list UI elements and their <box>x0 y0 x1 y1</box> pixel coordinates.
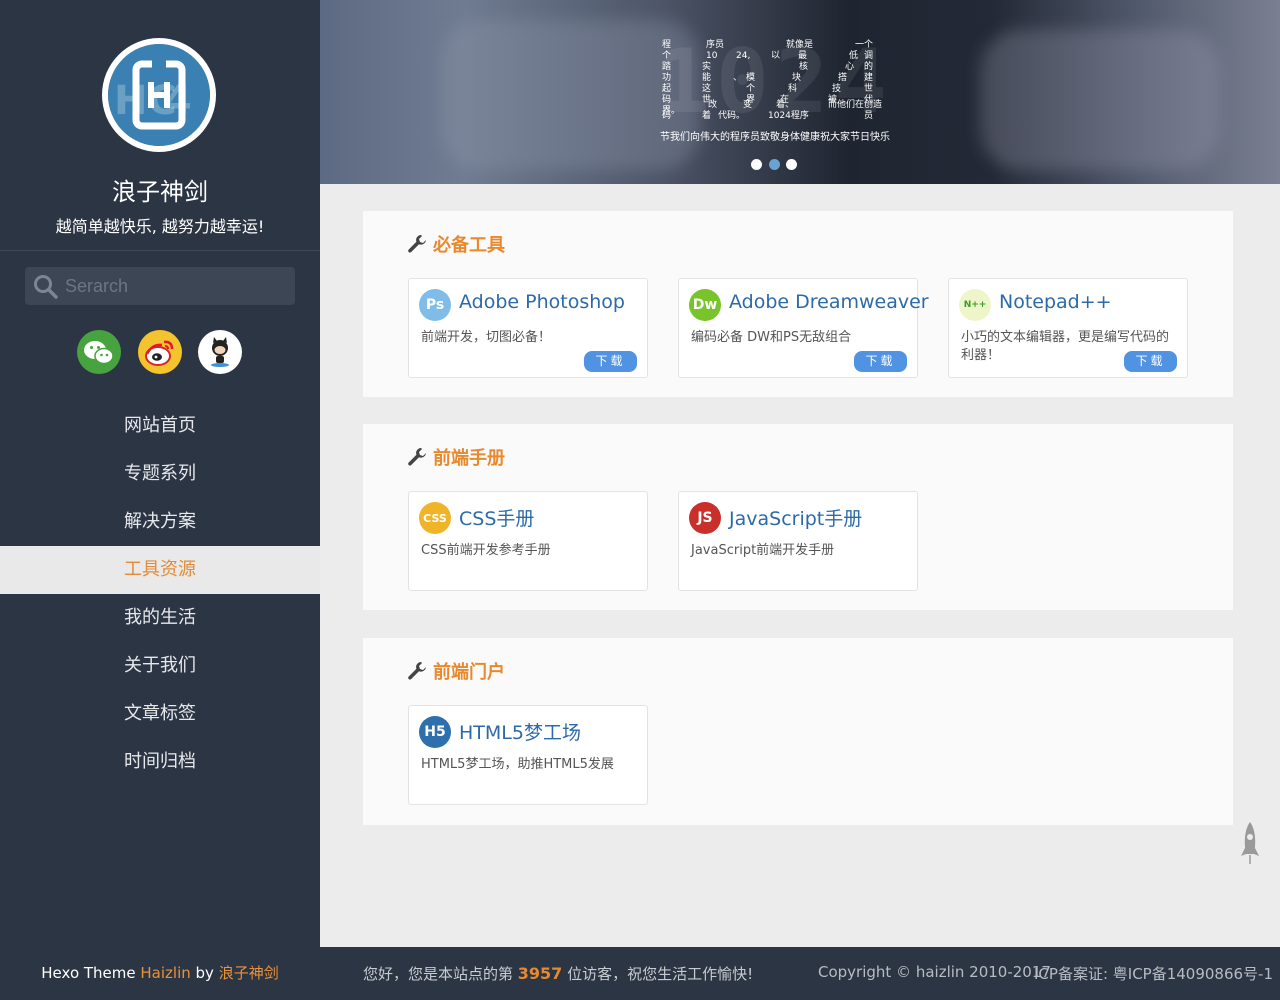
sidebar-footer: Hexo Theme Haizlin by 浪子神剑 <box>0 962 320 983</box>
footer-by: by <box>190 964 219 982</box>
carousel-dot-3[interactable] <box>786 159 797 170</box>
javascript-icon: JS <box>689 502 721 534</box>
wechat-icon[interactable] <box>77 330 121 374</box>
search-input[interactable] <box>65 267 285 305</box>
tool-card-dreamweaver[interactable]: Dw Adobe Dreamweaver 编码必备 DW和PS无敌组合 下载 <box>678 278 929 378</box>
footer-prefix: Hexo Theme <box>41 964 141 982</box>
css-icon: CSS <box>419 502 451 534</box>
tool-name[interactable]: CSS手册 <box>459 504 534 531</box>
footer: 您好，您是本站点的第 3957 位访客，祝您生活工作愉快! Copyright … <box>320 947 1280 1000</box>
tool-desc: HTML5梦工场，助推HTML5发展 <box>421 757 614 772</box>
carousel-dot-1[interactable] <box>751 159 762 170</box>
download-button[interactable]: 下载 <box>854 351 907 372</box>
visitor-message: 您好，您是本站点的第 3957 位访客，祝您生活工作愉快! <box>363 964 754 983</box>
section-title: 前端门户 <box>407 660 505 683</box>
visitor-count: 3957 <box>517 964 563 983</box>
nav-item-series[interactable]: 专题系列 <box>0 450 320 498</box>
tool-name[interactable]: Adobe Photoshop <box>459 291 625 313</box>
photoshop-icon: Ps <box>419 289 451 321</box>
dreamweaver-icon: Dw <box>689 289 721 321</box>
weibo-icon[interactable] <box>138 330 182 374</box>
section-title: 前端手册 <box>407 446 505 469</box>
tool-name[interactable]: HTML5梦工场 <box>459 718 581 745</box>
nav-item-home[interactable]: 网站首页 <box>0 402 320 450</box>
download-button[interactable]: 下载 <box>584 351 637 372</box>
tool-desc: 前端开发，切图必备！ <box>421 330 552 345</box>
section-frontend-manuals: 前端手册 CSS CSS手册 CSS前端开发参考手册 JS JavaScript… <box>363 424 1233 610</box>
back-to-top-rocket-icon[interactable] <box>1239 822 1261 870</box>
author-link[interactable]: 浪子神剑 <box>219 964 279 982</box>
sidebar: HC 4 浪子神剑 越简单越快乐, 越努力越幸运! Serarch 网站首页 专… <box>0 0 320 1000</box>
download-button[interactable]: 下载 <box>1124 351 1177 372</box>
site-subtitle: 越简单越快乐, 越努力越幸运! <box>55 217 265 236</box>
carousel-dot-2[interactable] <box>769 159 780 170</box>
nav-item-about[interactable]: 关于我们 <box>0 642 320 690</box>
section-frontend-portals: 前端门户 H5 HTML5梦工场 HTML5梦工场，助推HTML5发展 <box>363 638 1233 825</box>
tool-name[interactable]: Adobe Dreamweaver <box>729 291 929 313</box>
notepad-plus-plus-icon: N++ <box>959 289 991 321</box>
tool-desc: 编码必备 DW和PS无敌组合 <box>691 330 852 345</box>
tool-desc: JavaScript前端开发手册 <box>691 543 835 558</box>
theme-link[interactable]: Haizlin <box>140 964 190 982</box>
main-nav: 网站首页 专题系列 解决方案 工具资源 我的生活 关于我们 文章标签 时间归档 <box>0 402 320 786</box>
wrench-icon <box>408 662 426 680</box>
tool-desc: CSS前端开发参考手册 <box>421 543 551 558</box>
search-icon <box>34 275 58 299</box>
wrench-icon <box>408 235 426 253</box>
section-essential-tools: 必备工具 Ps Adobe Photoshop 前端开发，切图必备！ 下载 Dw… <box>363 211 1233 397</box>
nav-item-archive[interactable]: 时间归档 <box>0 738 320 786</box>
tool-card-javascript[interactable]: JS JavaScript手册 JavaScript前端开发手册 <box>678 491 918 591</box>
banner-poem: 程个踏功起码 序员 10 24, 就像是 以 最 一个 低 调 实 核 心 的 … <box>662 40 883 121</box>
nav-item-life[interactable]: 我的生活 <box>0 594 320 642</box>
nav-item-tools[interactable]: 工具资源 <box>0 546 320 594</box>
search-box <box>25 267 295 305</box>
banner-caption: 节我们向伟大的程序员致敬身体健康祝大家节日快乐 <box>660 132 890 143</box>
nav-item-solutions[interactable]: 解决方案 <box>0 498 320 546</box>
logo-icon: HC 4 <box>108 44 210 146</box>
github-icon[interactable] <box>198 330 242 374</box>
wrench-icon <box>408 448 426 466</box>
divider <box>0 250 320 251</box>
html5-icon: H5 <box>419 716 451 748</box>
tool-name[interactable]: JavaScript手册 <box>729 504 862 531</box>
tool-card-css[interactable]: CSS CSS手册 CSS前端开发参考手册 <box>408 491 648 591</box>
tool-card-photoshop[interactable]: Ps Adobe Photoshop 前端开发，切图必备！ 下载 <box>408 278 648 378</box>
tool-card-notepad[interactable]: N++ Notepad++ 小巧的文本编辑器，更是编写代码的利器！ 下载 <box>948 278 1188 378</box>
copyright: Copyright © haizlin 2010-2017 <box>818 963 1051 981</box>
section-title: 必备工具 <box>407 233 505 256</box>
banner-carousel[interactable]: 1024 程个踏功起码 序员 10 24, 就像是 以 最 一个 低 调 实 核… <box>320 0 1280 184</box>
tool-name[interactable]: Notepad++ <box>999 291 1112 313</box>
avatar[interactable]: HC 4 <box>102 38 216 152</box>
tool-card-html5[interactable]: H5 HTML5梦工场 HTML5梦工场，助推HTML5发展 <box>408 705 648 805</box>
icp-record[interactable]: ICP备案证: 粤ICP备14090866号-1 <box>1034 963 1273 984</box>
site-title: 浪子神剑 <box>112 178 208 206</box>
nav-item-tags[interactable]: 文章标签 <box>0 690 320 738</box>
